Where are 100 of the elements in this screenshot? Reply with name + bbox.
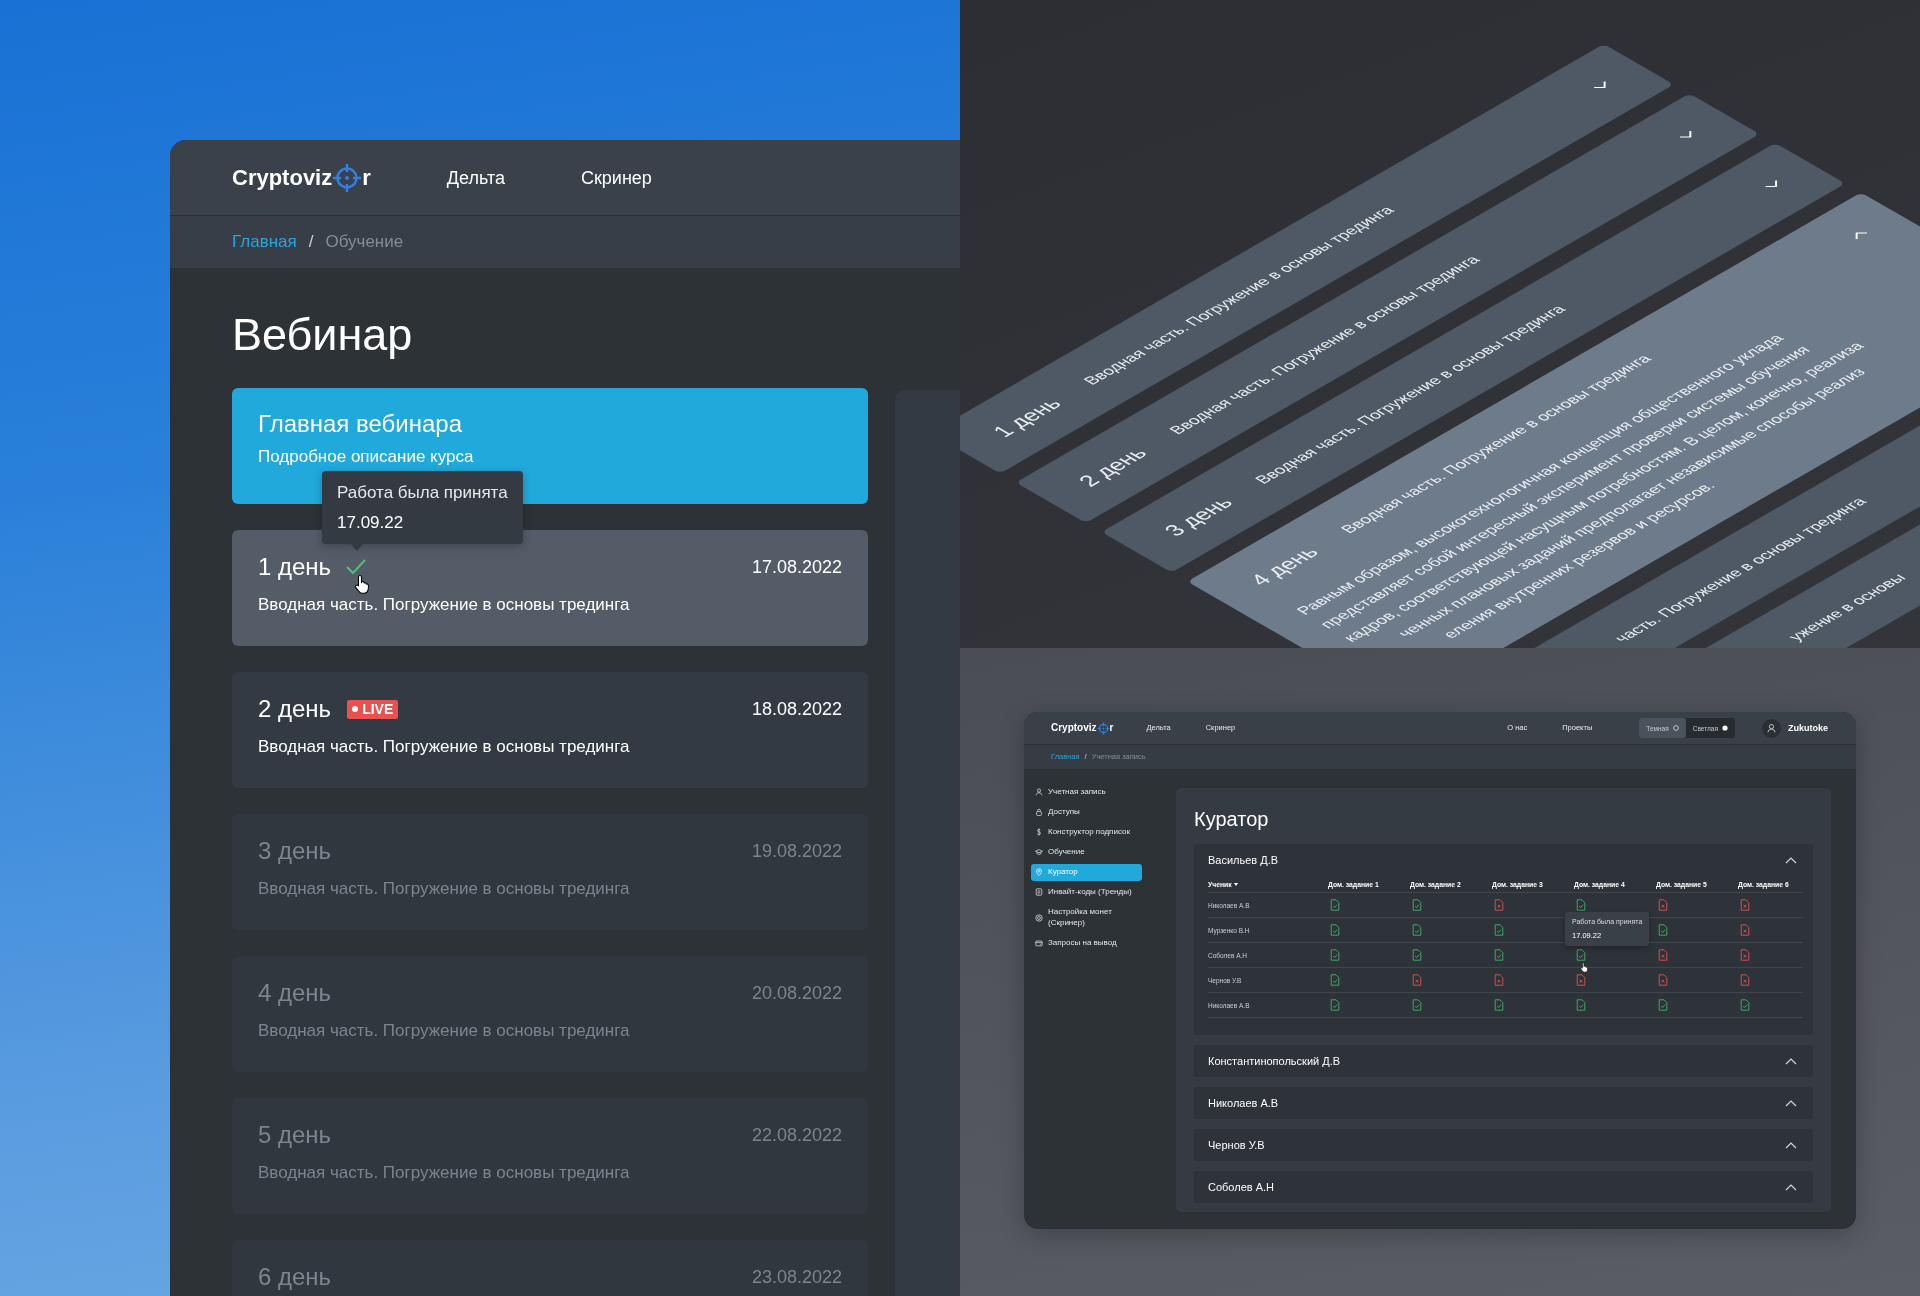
document-x-icon[interactable] — [1494, 974, 1504, 986]
page-title: Куратор — [1194, 807, 1270, 831]
chevron-up-icon[interactable] — [1785, 856, 1797, 864]
logo-text: Cryptoviz — [232, 163, 333, 192]
lesson-title: 2 день — [258, 694, 332, 724]
logo-text: r — [362, 163, 371, 192]
document-x-icon[interactable] — [1740, 924, 1750, 936]
lesson-title: 4 день — [1243, 541, 1324, 589]
tooltip-title: Работа была принята — [337, 482, 508, 504]
document-check-icon[interactable] — [1658, 999, 1668, 1011]
crosshair-icon — [332, 162, 363, 193]
lesson-title: 1 день — [258, 552, 332, 582]
document-check-icon[interactable] — [1330, 899, 1340, 911]
lesson-date: 19.08.2022 — [751, 840, 842, 863]
document-check-icon[interactable] — [1576, 949, 1586, 961]
ring-icon — [1672, 725, 1679, 731]
document-x-icon[interactable] — [1658, 899, 1668, 911]
pin-icon — [1035, 868, 1043, 877]
document-x-icon[interactable] — [1740, 949, 1750, 961]
lesson-date: 22.08.2022 — [751, 1124, 842, 1147]
logo-text: r — [1109, 721, 1114, 735]
sidebar-item[interactable]: Запросы на вывод — [1031, 934, 1142, 951]
chevron-up-icon[interactable] — [1785, 1099, 1797, 1107]
chevron-up-icon[interactable] — [1785, 1057, 1797, 1065]
accordion-panel[interactable]: Николаев А.В — [1194, 1087, 1813, 1119]
sidebar-item[interactable]: Доступы — [1031, 804, 1142, 821]
document-check-icon[interactable] — [1576, 999, 1586, 1011]
chevron-up-icon[interactable] — [1785, 1183, 1797, 1191]
curator-name: Николаев А.В — [1208, 1096, 1279, 1110]
accordion-panel[interactable]: Соболев А.Н — [1194, 1171, 1813, 1203]
sort-icon[interactable] — [1233, 882, 1238, 886]
breadcrumb-separator: / — [308, 231, 314, 253]
document-check-icon[interactable] — [1412, 949, 1422, 961]
lesson-title: 3 день — [1158, 492, 1239, 540]
chevron-up-icon[interactable] — [1785, 1141, 1797, 1149]
hand-cursor-icon — [1580, 962, 1589, 973]
lesson-title: 3 день — [258, 836, 332, 866]
dollar-icon — [1035, 828, 1043, 837]
document-check-icon[interactable] — [1494, 949, 1504, 961]
document-check-icon[interactable] — [1330, 999, 1340, 1011]
sidebar-item[interactable]: Конструктор подписок — [1031, 824, 1142, 841]
document-check-icon[interactable] — [1330, 924, 1340, 936]
sidebar-item[interactable]: Настройка монет (Скринер) — [1031, 904, 1142, 931]
accordion-panel[interactable]: Чернов У.В — [1194, 1129, 1813, 1161]
document-check-icon[interactable] — [1494, 924, 1504, 936]
avatar-icon[interactable] — [1762, 718, 1781, 738]
curator-name: Константинопольский Д.В — [1208, 1054, 1341, 1068]
graduation-cap-icon — [1035, 848, 1043, 857]
lesson-title: 5 день — [258, 1120, 332, 1150]
document-x-icon[interactable] — [1576, 974, 1586, 986]
lesson-title: 2 день — [1072, 442, 1154, 491]
page-title: Вебинар — [232, 309, 414, 361]
document-check-icon[interactable] — [1412, 999, 1422, 1011]
live-label: LIVE — [362, 699, 394, 719]
document-check-icon[interactable] — [1576, 899, 1586, 911]
banner-subtitle: Подробное описание курса — [258, 446, 475, 468]
lesson-date: 23.08.2022 — [751, 1266, 842, 1289]
lesson-card[interactable]: 2 день LIVE 18.08.2022 Вводная часть. Погружение в основы трединга — [232, 672, 868, 788]
breadcrumb-link[interactable]: Главная — [232, 231, 297, 253]
lesson-description: Вводная часть. Погружение в основы трединга — [258, 878, 631, 900]
breadcrumb-current: Обучение — [325, 231, 404, 253]
accordion-panel[interactable]: Константинопольский Д.В — [1194, 1045, 1813, 1077]
lesson-description: Вводная часть. Погружение в основы трединга — [258, 1162, 631, 1184]
sidebar-item[interactable]: Обучение — [1031, 844, 1142, 861]
document-check-icon[interactable] — [1330, 949, 1340, 961]
document-x-icon[interactable] — [1658, 949, 1668, 961]
curator-name: Соболев А.Н — [1208, 1180, 1274, 1194]
document-x-icon[interactable] — [1412, 974, 1422, 986]
user-name[interactable]: Zukutoke — [1788, 723, 1828, 733]
crosshair-icon — [1096, 721, 1110, 735]
tooltip-date: 17.09.22 — [337, 512, 405, 534]
hand-cursor-icon — [354, 574, 371, 595]
document-check-icon[interactable] — [1330, 974, 1340, 986]
lesson-description: Вводная часть. Погружение в основы трединга — [258, 1020, 631, 1042]
document-x-icon[interactable] — [1494, 899, 1504, 911]
document-check-icon[interactable] — [1740, 999, 1750, 1011]
nav-link[interactable]: Скринер — [580, 165, 652, 190]
document-check-icon[interactable] — [1494, 999, 1504, 1011]
lesson-title: 1 день — [986, 393, 1068, 441]
lesson-title: 4 день — [258, 978, 332, 1008]
document-x-icon[interactable] — [1740, 974, 1750, 986]
lesson-description: Вводная часть. Погружение в основы трединга — [258, 736, 631, 758]
document-check-icon[interactable] — [1658, 924, 1668, 936]
curator-name: Чернов У.В — [1208, 1138, 1265, 1152]
logo-text: Cryptoviz — [1051, 721, 1097, 735]
lesson-description: Вводная часть. Погружение в основы трединга — [258, 594, 631, 616]
document-check-icon[interactable] — [1412, 924, 1422, 936]
document-x-icon[interactable] — [1658, 974, 1668, 986]
sidebar-item[interactable]: Инвайт-коды (Тренды) — [1031, 884, 1142, 901]
nav-link[interactable]: Дельта — [446, 165, 505, 190]
dot-icon — [1722, 725, 1728, 731]
sidebar-item[interactable]: Учетная запись — [1031, 784, 1142, 801]
document-x-icon[interactable] — [1740, 899, 1750, 911]
coin-icon — [1035, 913, 1043, 922]
lesson-date: 18.08.2022 — [751, 698, 842, 721]
document-icon — [1035, 888, 1043, 897]
lesson-date: 17.08.2022 — [751, 556, 842, 579]
document-check-icon[interactable] — [1412, 899, 1422, 911]
curator-name: Васильев Д.В — [1208, 853, 1279, 867]
lesson-title: 6 день — [258, 1262, 332, 1292]
